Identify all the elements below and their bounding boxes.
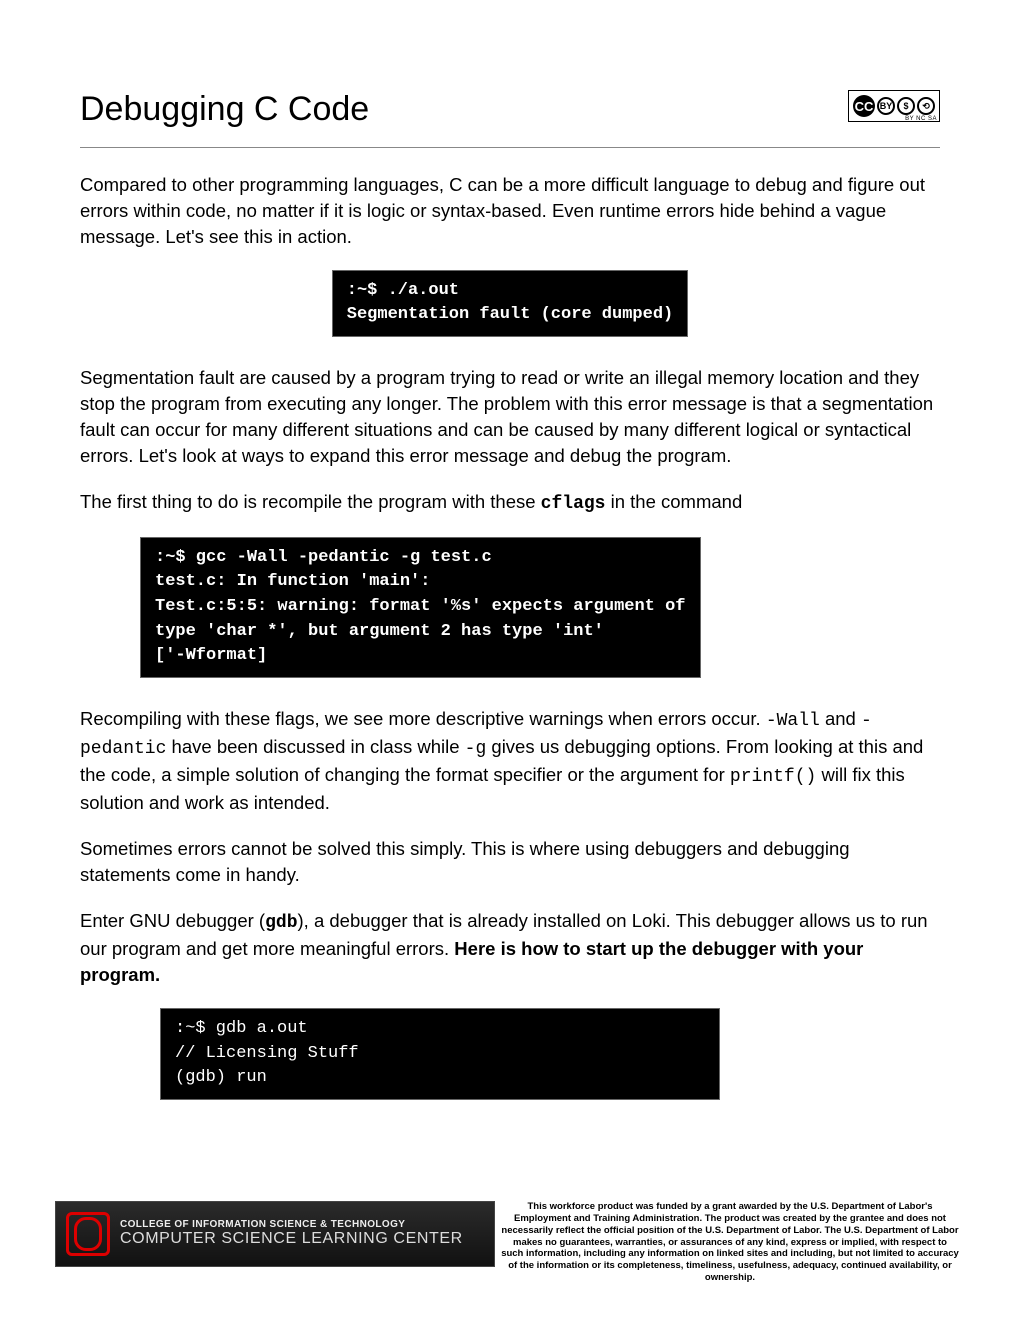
university-logo-icon [66, 1212, 110, 1256]
p4a: Recompiling with these flags, we see mor… [80, 708, 766, 729]
page-footer: COLLEGE OF INFORMATION SCIENCE & TECHNOL… [55, 1201, 965, 1284]
gdb-paragraph: Enter GNU debugger (gdb), a debugger tha… [80, 908, 940, 988]
cc-sublabel: BY NC SA [905, 116, 937, 122]
header-divider [80, 147, 940, 148]
terminal-gcc: :~$ gcc -Wall -pedantic -g test.c test.c… [140, 537, 701, 678]
footer-logo: COLLEGE OF INFORMATION SCIENCE & TECHNOL… [55, 1201, 495, 1267]
logo-text: COLLEGE OF INFORMATION SCIENCE & TECHNOL… [120, 1219, 463, 1248]
segfault-explanation: Segmentation fault are caused by a progr… [80, 365, 940, 469]
nc-icon: $ [897, 97, 915, 115]
header-row: Debugging C Code CC BY $ ⟲ BY NC SA [80, 90, 940, 129]
page-content: Debugging C Code CC BY $ ⟲ BY NC SA Comp… [0, 0, 1020, 1100]
gdb-code: gdb [265, 913, 297, 933]
flags-explanation: Recompiling with these flags, we see mor… [80, 706, 940, 816]
sa-icon: ⟲ [917, 97, 935, 115]
g-flag-code: -g [465, 739, 487, 759]
p6a: Enter GNU debugger ( [80, 910, 265, 931]
wall-flag-code: -Wall [766, 711, 820, 731]
terminal-wrap-1: :~$ ./a.out Segmentation fault (core dum… [80, 270, 940, 337]
cflags-text-a: The first thing to do is recompile the p… [80, 491, 541, 512]
logo-line1: COLLEGE OF INFORMATION SCIENCE & TECHNOL… [120, 1219, 463, 1230]
intro-paragraph: Compared to other programming languages,… [80, 172, 940, 250]
cc-license-badge: CC BY $ ⟲ BY NC SA [848, 90, 940, 122]
cc-icon: CC [853, 95, 875, 117]
cflags-text-b: in the command [605, 491, 742, 512]
logo-line2: COMPUTER SCIENCE LEARNING CENTER [120, 1230, 463, 1248]
footer-disclaimer: This workforce product was funded by a g… [495, 1201, 965, 1284]
cflags-code: cflags [541, 494, 606, 514]
printf-code: printf() [730, 767, 816, 787]
terminal-gdb: :~$ gdb a.out // Licensing Stuff (gdb) r… [160, 1008, 720, 1100]
by-icon: BY [877, 97, 895, 115]
cflags-paragraph: The first thing to do is recompile the p… [80, 489, 940, 517]
p4c: have been discussed in class while [166, 736, 464, 757]
page-title: Debugging C Code [80, 90, 369, 129]
p4b: and [820, 708, 861, 729]
terminal-wrap-2: :~$ gcc -Wall -pedantic -g test.c test.c… [80, 537, 940, 678]
debuggers-intro: Sometimes errors cannot be solved this s… [80, 836, 940, 888]
terminal-wrap-3: :~$ gdb a.out // Licensing Stuff (gdb) r… [80, 1008, 940, 1100]
terminal-segfault: :~$ ./a.out Segmentation fault (core dum… [332, 270, 688, 337]
